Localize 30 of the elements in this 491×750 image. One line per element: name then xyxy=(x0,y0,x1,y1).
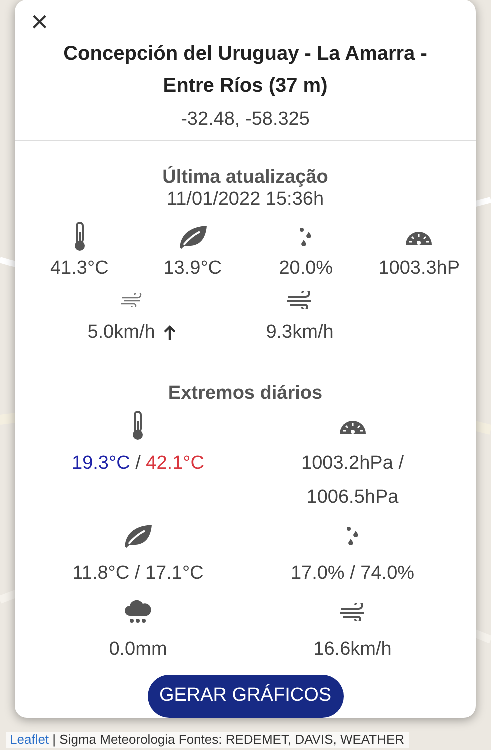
section-heading: Última atualização xyxy=(162,166,328,189)
reading-value: 13.9°C xyxy=(164,256,222,281)
close-button[interactable]: × xyxy=(31,8,49,38)
leaflet-link[interactable]: Leaflet xyxy=(10,732,50,747)
extreme-value: 11.8°C / 17.1°C xyxy=(72,562,204,586)
wind-icon xyxy=(338,602,367,621)
attribution-text: | Sigma Meteorologia Fontes: REDEMET, DAVIS, WEATHER xyxy=(52,732,405,747)
coordinates-text: -32.48, -58.325 xyxy=(181,108,310,132)
direction-arrow-icon xyxy=(163,324,178,341)
thermometer-icon xyxy=(131,410,146,441)
reading-value: 1003.3hP xyxy=(378,256,460,281)
wind-speed: 5.0km/h xyxy=(88,320,156,345)
reading-value: 20.0% xyxy=(279,256,334,281)
extreme-value: 17.0% / 74.0% xyxy=(290,562,415,586)
water-drops-icon xyxy=(346,526,360,546)
thermometer-icon xyxy=(72,222,87,252)
extreme-value: 0.0mm xyxy=(109,638,168,662)
extreme-value: 16.6km/h xyxy=(314,638,392,662)
rain-cloud-icon xyxy=(124,598,152,625)
section-heading: Extremos diários xyxy=(168,382,323,405)
wind-icon xyxy=(286,290,314,309)
reading-value: 41.3°C xyxy=(50,256,109,281)
extreme-value: 1003.2hPa / 1006.5hPa xyxy=(300,452,405,510)
leaf-icon xyxy=(122,522,154,549)
timestamp-text: 11/01/2022 15:36h xyxy=(166,188,324,211)
generate-charts-button[interactable]: GERAR GRÁFICOS xyxy=(148,674,344,718)
station-title: Concepción del Uruguay - La Amarra - Entre Ríos (37 m) xyxy=(62,42,428,99)
water-drops-icon xyxy=(299,226,314,247)
wind-speed: 9.3km/h xyxy=(266,320,334,345)
extreme-value: 19.3°C / 42.1°C xyxy=(72,452,204,476)
